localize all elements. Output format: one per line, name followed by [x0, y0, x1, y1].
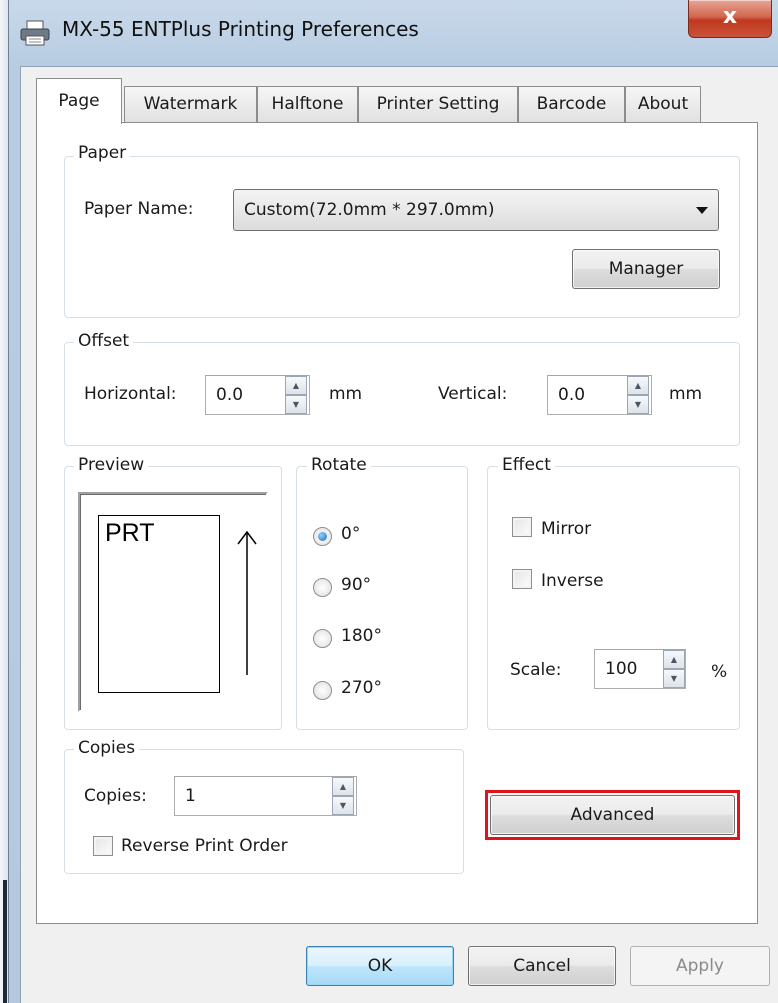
rotate-90-label[interactable]: 90°: [341, 575, 371, 595]
scale-spinner[interactable]: ▲ ▼: [663, 650, 685, 688]
rotate-90-radio[interactable]: [313, 578, 332, 597]
vertical-offset-spinner[interactable]: ▲ ▼: [627, 376, 649, 414]
rotate-180-radio[interactable]: [313, 629, 332, 648]
copies-input[interactable]: 1: [174, 776, 357, 816]
rotate-180-label[interactable]: 180°: [341, 626, 382, 646]
arrow-up-icon: [237, 530, 257, 675]
spin-down-icon[interactable]: ▼: [332, 796, 354, 815]
horizontal-offset-spinner[interactable]: ▲ ▼: [285, 376, 307, 414]
rotate-0-label[interactable]: 0°: [341, 524, 360, 544]
tab-watermark[interactable]: Watermark: [124, 86, 257, 122]
paper-group: [64, 156, 740, 318]
background-window-edge: [0, 0, 8, 1003]
chevron-down-icon: [696, 207, 708, 214]
printer-icon: [20, 20, 50, 46]
paper-name-label: Paper Name:: [84, 199, 194, 219]
tab-halftone[interactable]: Halftone: [257, 86, 358, 122]
reverse-print-order-checkbox[interactable]: [93, 836, 113, 856]
close-icon: x: [722, 4, 738, 29]
copies-label: Copies:: [84, 786, 147, 806]
copies-group-label: Copies: [74, 738, 140, 758]
paper-group-label: Paper: [74, 143, 131, 163]
horizontal-label: Horizontal:: [84, 384, 177, 404]
ok-button[interactable]: OK: [306, 946, 454, 986]
spin-down-icon[interactable]: ▼: [627, 395, 649, 414]
tab-printer-setting[interactable]: Printer Setting: [358, 86, 518, 122]
manager-button[interactable]: Manager: [572, 249, 720, 289]
effect-group: [487, 466, 740, 730]
effect-group-label: Effect: [498, 455, 555, 475]
spin-up-icon[interactable]: ▲: [663, 650, 685, 669]
window-title: MX-55 ENTPlus Printing Preferences: [62, 17, 419, 41]
cancel-button[interactable]: Cancel: [468, 946, 616, 986]
inverse-checkbox[interactable]: [512, 569, 532, 589]
spin-up-icon[interactable]: ▲: [332, 777, 354, 796]
paper-name-value: Custom(72.0mm * 297.0mm): [244, 200, 495, 220]
scale-unit-label: %: [711, 662, 728, 682]
vertical-unit-label: mm: [669, 384, 703, 404]
spin-down-icon[interactable]: ▼: [663, 669, 685, 688]
tab-barcode[interactable]: Barcode: [518, 86, 625, 122]
vertical-label: Vertical:: [438, 384, 508, 404]
mirror-checkbox[interactable]: [512, 517, 532, 537]
reverse-print-order-label[interactable]: Reverse Print Order: [121, 836, 288, 856]
rotate-group-label: Rotate: [307, 455, 371, 475]
tab-about[interactable]: About: [625, 86, 701, 122]
rotate-270-label[interactable]: 270°: [341, 678, 382, 698]
rotate-270-radio[interactable]: [313, 681, 332, 700]
close-button[interactable]: x: [688, 0, 772, 38]
apply-button[interactable]: Apply: [630, 946, 770, 986]
scale-label: Scale:: [510, 660, 562, 680]
spin-up-icon[interactable]: ▲: [285, 376, 307, 395]
preview-text: PRT: [105, 519, 155, 547]
horizontal-unit-label: mm: [329, 384, 363, 404]
spin-down-icon[interactable]: ▼: [285, 395, 307, 414]
copies-spinner[interactable]: ▲ ▼: [332, 777, 354, 815]
highlight-box: [485, 790, 740, 840]
inverse-label[interactable]: Inverse: [541, 571, 604, 591]
mirror-label[interactable]: Mirror: [541, 519, 591, 539]
paper-name-dropdown[interactable]: Custom(72.0mm * 297.0mm): [233, 189, 719, 231]
offset-group-label: Offset: [74, 331, 134, 351]
spin-up-icon[interactable]: ▲: [627, 376, 649, 395]
tab-page[interactable]: Page: [36, 78, 122, 124]
preview-group-label: Preview: [74, 455, 149, 475]
rotate-0-radio[interactable]: [313, 527, 332, 546]
